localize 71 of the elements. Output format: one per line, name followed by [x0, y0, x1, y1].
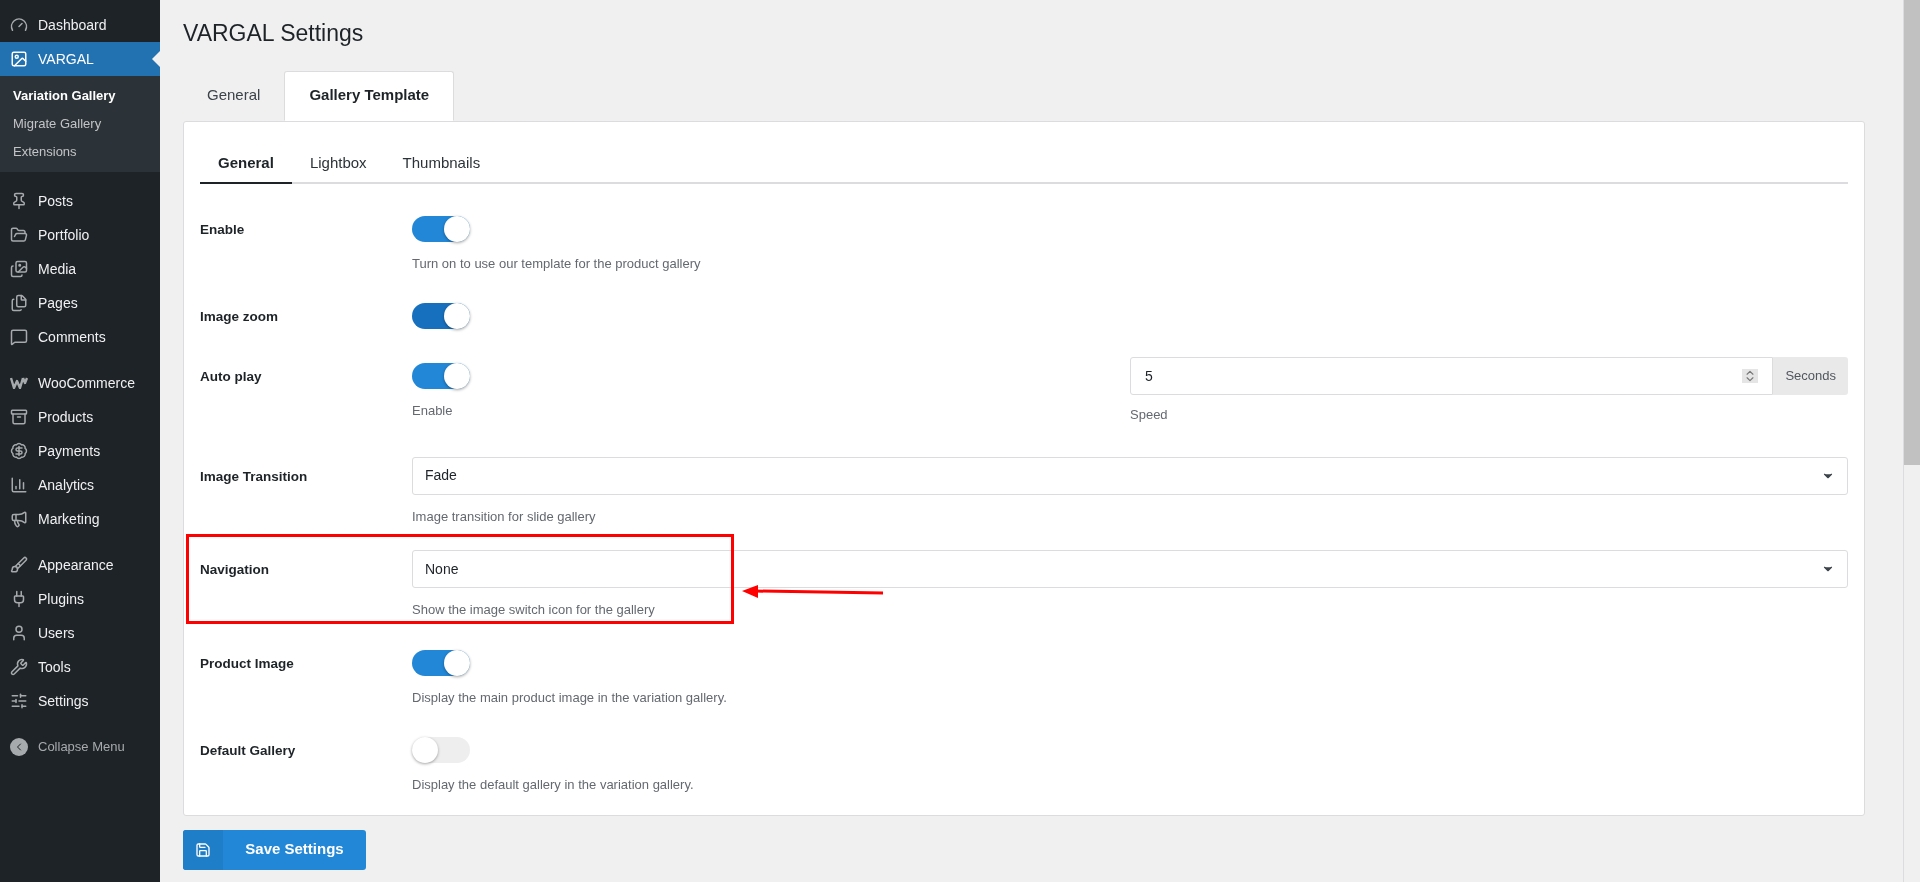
- menu-item[interactable]: WooCommerce: [0, 366, 160, 400]
- menu-item[interactable]: Products: [0, 400, 160, 434]
- menu-icon: [10, 226, 28, 244]
- setting-label: Enable: [200, 220, 246, 239]
- setting-description: Image transition for slide gallery: [412, 507, 596, 526]
- menu-item[interactable]: Tools: [0, 650, 160, 684]
- page-title: VARGAL Settings: [183, 19, 365, 48]
- menu-icon: [10, 658, 28, 676]
- submenu-item[interactable]: Variation Gallery: [0, 82, 160, 110]
- field-caption: Speed: [1130, 406, 1169, 424]
- sub-tab[interactable]: Thumbnails: [384, 145, 499, 184]
- submenu-item[interactable]: Extensions: [0, 138, 160, 166]
- menu-item[interactable]: Comments: [0, 320, 160, 354]
- save-settings-button[interactable]: Save Settings: [183, 829, 366, 870]
- menu-icon: [10, 260, 28, 278]
- menu-item[interactable]: Analytics: [0, 468, 160, 502]
- menu-item[interactable]: Pages: [0, 286, 160, 320]
- current-pointer-icon: [152, 51, 160, 67]
- save-icon: [195, 841, 211, 858]
- sub-tab[interactable]: Lightbox: [291, 145, 385, 184]
- setting-label: Default Gallery: [200, 742, 297, 760]
- setting-description: Turn on to use our template for the product gallery: [412, 254, 701, 273]
- setting-label: Image Transition: [200, 467, 309, 486]
- setting-label: Image zoom: [200, 308, 279, 326]
- menu-icon: [10, 294, 28, 312]
- tab[interactable]: Gallery Template: [284, 70, 455, 121]
- menu-item[interactable]: Posts: [0, 184, 160, 218]
- menu-item[interactable]: Dashboard: [0, 8, 160, 42]
- menu-item[interactable]: Users: [0, 616, 160, 650]
- menu-icon: [10, 476, 28, 494]
- menu-icon: [10, 328, 28, 346]
- menu-icon: [10, 692, 28, 710]
- toggle-switch[interactable]: [412, 649, 470, 676]
- unit-addon: Seconds: [1773, 357, 1848, 395]
- menu-icon: [10, 624, 28, 642]
- collapse-menu-button[interactable]: Collapse Menu: [0, 730, 160, 764]
- menu-icon: [10, 16, 28, 34]
- toggle-switch[interactable]: [412, 363, 470, 389]
- menu-icon: [10, 192, 28, 210]
- menu-item[interactable]: VARGAL: [0, 42, 160, 76]
- menu-item[interactable]: Payments: [0, 434, 160, 468]
- collapse-icon: [10, 738, 28, 756]
- logo-icon: [10, 377, 28, 389]
- menu-icon: [10, 408, 28, 426]
- menu-icon: [10, 510, 28, 528]
- setting-label: Product Image: [200, 654, 295, 673]
- menu-item[interactable]: Settings: [0, 684, 160, 718]
- setting-label: Navigation: [200, 561, 270, 579]
- tab[interactable]: General: [183, 70, 285, 121]
- number-field[interactable]: 5: [1130, 357, 1774, 395]
- menu-item[interactable]: Plugins: [0, 582, 160, 616]
- setting-description: Display the default gallery in the variation gallery.: [412, 776, 694, 794]
- setting-description: Show the image switch icon for the gallery: [412, 601, 655, 619]
- toggle-switch[interactable]: [412, 737, 470, 763]
- toggle-switch[interactable]: [412, 215, 470, 242]
- menu-icon: [10, 556, 28, 574]
- submenu-item[interactable]: Migrate Gallery: [0, 110, 160, 138]
- select-dropdown[interactable]: Fade: [412, 456, 1848, 495]
- setting-description: Enable: [412, 402, 453, 420]
- sub-tab[interactable]: General: [200, 145, 292, 184]
- setting-label: Auto play: [200, 368, 263, 386]
- spinner-icon[interactable]: [1742, 369, 1759, 383]
- select-dropdown[interactable]: None: [412, 550, 1848, 588]
- menu-item[interactable]: Appearance: [0, 548, 160, 582]
- menu-item[interactable]: Portfolio: [0, 218, 160, 252]
- menu-item[interactable]: Media: [0, 252, 160, 286]
- menu-icon: [10, 50, 28, 68]
- menu-icon: [10, 442, 28, 460]
- menu-item[interactable]: Marketing: [0, 502, 160, 536]
- setting-description: Display the main product image in the variation gallery.: [412, 688, 727, 707]
- toggle-switch[interactable]: [412, 303, 470, 329]
